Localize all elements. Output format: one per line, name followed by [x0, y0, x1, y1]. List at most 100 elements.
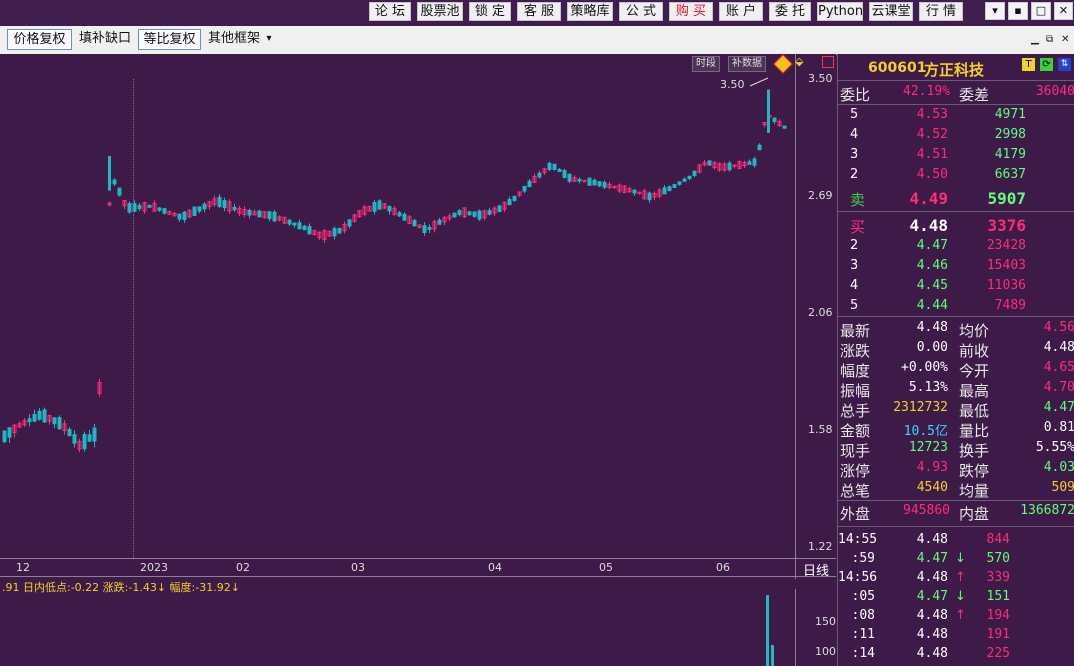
menu-stock-pool[interactable]: 股票池 — [417, 2, 463, 21]
subwindow-minimize-icon[interactable]: ▁ — [1031, 34, 1039, 45]
stat-row: 幅度 +0.00% 今开 4.65 — [838, 358, 1074, 380]
candle-body — [292, 222, 297, 226]
buy-level-row[interactable]: 2 4.47 23428 — [838, 236, 1074, 256]
menu-service[interactable]: 客 服 — [517, 2, 561, 21]
candle-body — [632, 189, 637, 194]
candle-body — [82, 434, 87, 450]
tick-time: :59 — [851, 551, 875, 566]
fill-gap-button[interactable]: 填补缺口 — [76, 29, 134, 50]
stat-value: 12723 — [908, 440, 948, 455]
candle-body — [232, 206, 237, 211]
candle-body — [552, 163, 557, 170]
menu-entrust[interactable]: 委 托 — [769, 2, 811, 21]
candle-body — [92, 427, 97, 442]
candle-body — [782, 125, 787, 129]
stat-value: 4.03 — [1043, 460, 1074, 475]
tick-price: 4.48 — [916, 532, 948, 547]
sort-icon[interactable]: ⇅ — [1058, 58, 1071, 71]
buy-level-row[interactable]: 买 4.48 3376 — [838, 214, 1074, 236]
menu-account[interactable]: 账 户 — [719, 2, 763, 21]
menu-strategy[interactable]: 策略库 — [567, 2, 613, 21]
refresh-icon[interactable]: ⟳ — [1040, 58, 1053, 71]
menu-forum[interactable]: 论 坛 — [369, 2, 411, 21]
level-label: 3 — [850, 147, 859, 162]
annotation-leader — [749, 77, 769, 87]
menu-purchase[interactable]: 购 买 — [669, 2, 713, 21]
sell-level-row[interactable]: 2 4.50 6637 — [838, 165, 1074, 185]
minimize-icon[interactable]: ▪ — [1008, 2, 1028, 20]
menu-lock[interactable]: 锁 定 — [469, 2, 511, 21]
candle-body — [467, 211, 472, 216]
menu-python[interactable]: Python — [817, 2, 863, 21]
mark-icon[interactable]: ⬙ — [795, 55, 803, 68]
candle-body — [397, 212, 402, 217]
maximize-icon[interactable]: □ — [1031, 2, 1051, 20]
subwindow-restore-icon[interactable]: ⧉ — [1046, 34, 1053, 45]
t-badge-icon[interactable]: T — [1022, 58, 1035, 71]
tick-volume: 339 — [986, 570, 1010, 585]
stat-value: 4540 — [916, 480, 948, 495]
price-adjust-button[interactable]: 价格复权 — [7, 29, 72, 50]
outer-value: 945860 — [903, 503, 950, 518]
sell-volume: 4971 — [994, 107, 1026, 122]
sell-level-row[interactable]: 4 4.52 2998 — [838, 125, 1074, 145]
x-tick-label: 03 — [351, 561, 365, 574]
sell-volume: 4179 — [994, 147, 1026, 162]
sell-level-row[interactable]: 5 4.53 4971 — [838, 105, 1074, 125]
time-segment-tag[interactable]: 时段 — [692, 56, 720, 72]
tick-row: :08 4.48 ↑ 194 — [838, 606, 1074, 626]
tick-row: 14:55 4.48 844 — [838, 530, 1074, 550]
subwindow-close-icon[interactable]: ✕ — [1061, 34, 1069, 45]
stat-label: 总笔 — [840, 482, 871, 500]
menu-cloud-class[interactable]: 云课堂 — [869, 2, 913, 21]
candle-body — [42, 409, 47, 423]
buy-level-row[interactable]: 4 4.45 11036 — [838, 276, 1074, 296]
window-dropdown-icon[interactable]: ▾ — [985, 2, 1005, 20]
stat-row: 金额 10.5亿 量比 0.81 — [838, 418, 1074, 440]
other-frames-button[interactable]: 其他框架 — [205, 29, 263, 50]
inner-label: 内盘 — [959, 505, 990, 523]
price-axis-line — [795, 54, 796, 579]
candle-body — [677, 181, 682, 185]
buy-volume: 23428 — [986, 238, 1026, 253]
tick-price: 4.47 — [916, 551, 948, 566]
ratio-adjust-button[interactable]: 等比复权 — [138, 29, 201, 50]
close-icon[interactable]: ✕ — [1054, 2, 1073, 20]
candle-body — [297, 222, 302, 230]
stat-value: 4.48 — [916, 320, 948, 335]
outer-inner-row: 外盘 945860 内盘 1366872 — [838, 501, 1074, 523]
sell-level-row[interactable]: 卖 4.49 5907 — [838, 187, 1074, 209]
buy-level-row[interactable]: 3 4.46 15403 — [838, 256, 1074, 276]
candle-body — [72, 434, 77, 444]
stock-code: 600601 — [868, 60, 927, 76]
stat-row: 涨停 4.93 跌停 4.03 — [838, 458, 1074, 480]
ratio-value: 42.19% — [903, 84, 950, 99]
menu-formula[interactable]: 公 式 — [619, 2, 663, 21]
period-label[interactable]: 日线 — [803, 560, 829, 579]
candle-body — [7, 427, 12, 438]
sell-volume: 6637 — [994, 167, 1026, 182]
candle-body — [182, 211, 187, 221]
stat-value: 4.93 — [916, 460, 948, 475]
buy-price: 4.48 — [909, 216, 948, 235]
kline-chart-area[interactable]: 时段 补数据 ⬙ 3.50 3.50 2.69 2.06 1.58 1.22 1… — [0, 54, 836, 666]
tick-row: :59 4.47 ↓ 570 — [838, 549, 1074, 569]
panel-close-icon[interactable] — [822, 56, 834, 68]
tick-volume: 844 — [986, 532, 1010, 547]
fill-data-tag[interactable]: 补数据 — [728, 56, 766, 72]
sell-level-row[interactable]: 3 4.51 4179 — [838, 145, 1074, 165]
x-tick-label: 05 — [599, 561, 613, 574]
candle-body — [372, 202, 377, 212]
candle-body — [527, 180, 532, 188]
candle-body — [687, 175, 692, 180]
tick-time: 14:56 — [838, 570, 878, 585]
kline-chart[interactable] — [0, 54, 836, 666]
tick-volume: 191 — [986, 627, 1010, 642]
menu-market[interactable]: 行 情 — [919, 2, 963, 21]
stat-value: 4.56 — [1043, 320, 1074, 335]
candle-body — [197, 206, 202, 212]
candle-body — [202, 203, 207, 210]
tick-direction-icon: ↓ — [955, 589, 966, 604]
buy-level-row[interactable]: 5 4.44 7489 — [838, 296, 1074, 316]
chevron-down-icon[interactable]: ▾ — [263, 29, 275, 50]
